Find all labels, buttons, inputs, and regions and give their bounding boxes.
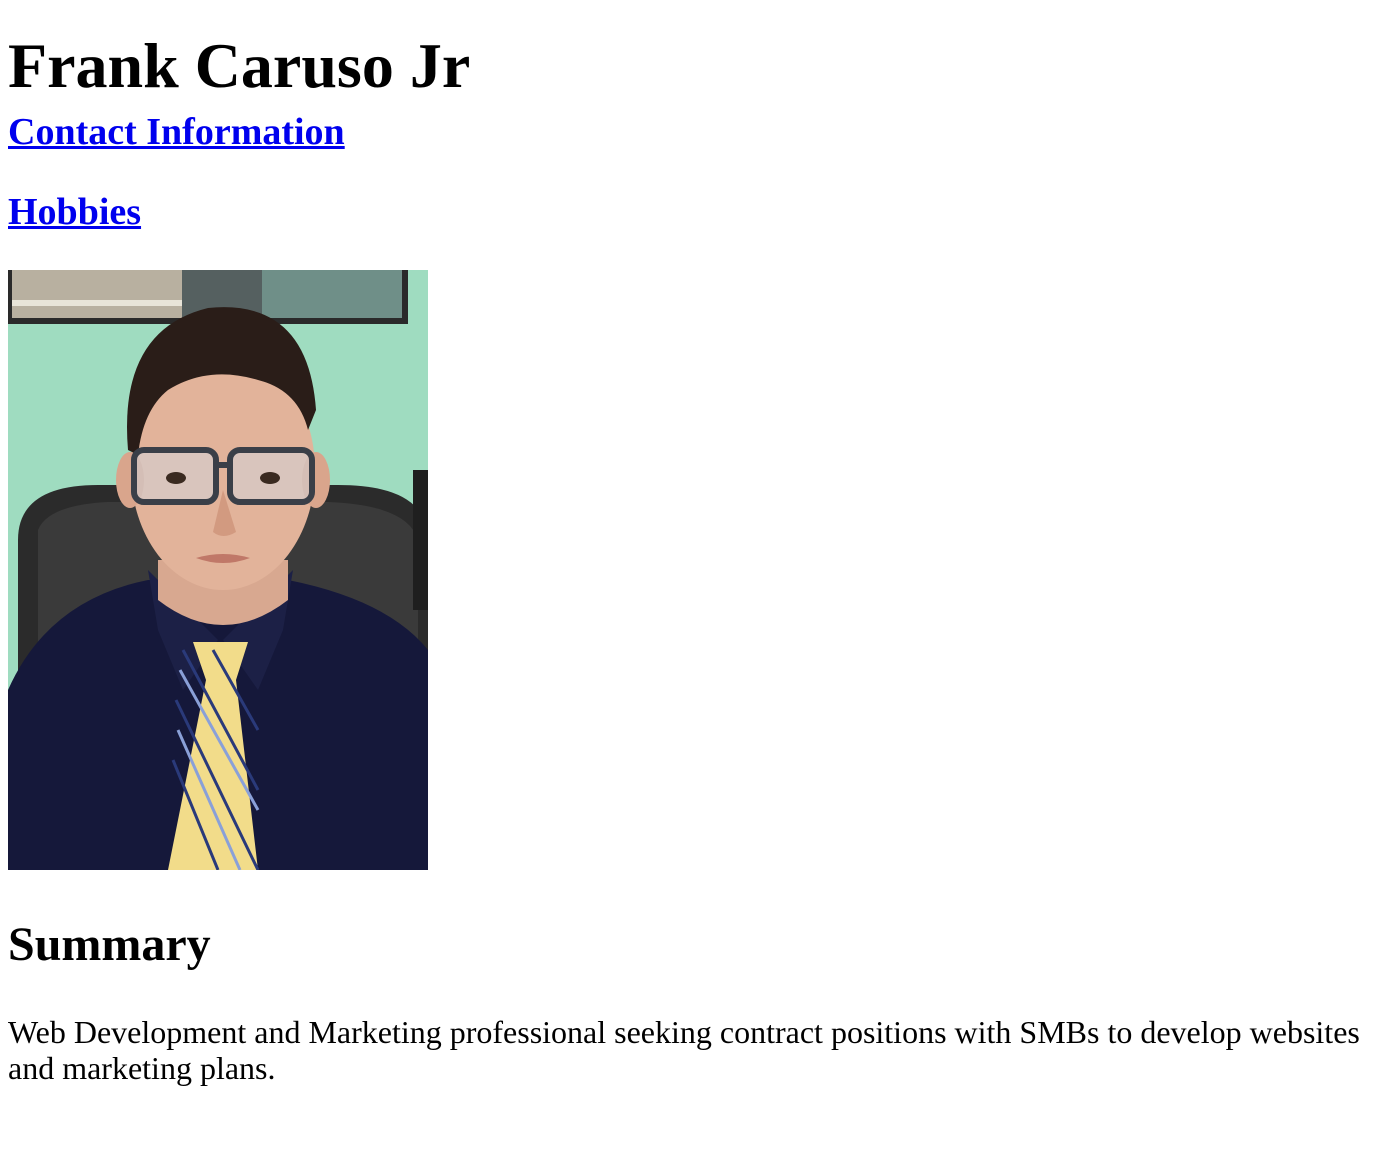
hobbies-link[interactable]: Hobbies — [8, 191, 141, 233]
nav-heading-contact: Contact Information — [8, 110, 1378, 154]
profile-photo — [8, 270, 428, 870]
nav-heading-hobbies: Hobbies — [8, 190, 1378, 234]
profile-photo-illustration — [8, 270, 428, 870]
contact-information-link[interactable]: Contact Information — [8, 111, 345, 153]
summary-heading: Summary — [8, 918, 211, 971]
summary-text: Web Development and Marketing profession… — [8, 1014, 1360, 1086]
page-title: Frank Caruso Jr — [8, 30, 471, 101]
